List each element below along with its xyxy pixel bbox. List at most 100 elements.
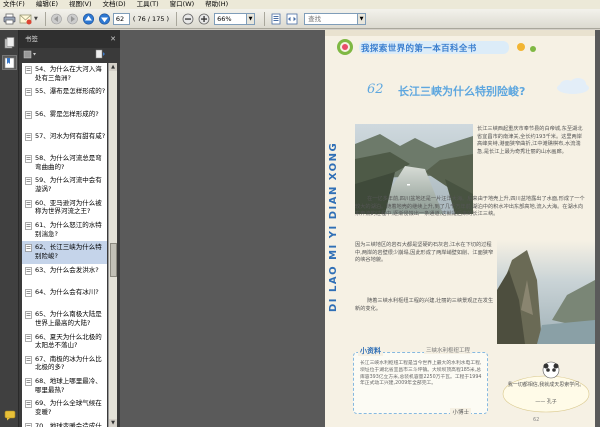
bookmark-label: 63、为什么会发洪水?	[35, 265, 99, 274]
previous-view-icon[interactable]	[49, 11, 64, 26]
bookmark-item[interactable]: 66、夏天为什么北极的太阳总不落山?	[22, 331, 107, 353]
info-box-label: 小资料	[358, 346, 383, 356]
toolbar: ▼ ( 76 / 175 ) ▼ ▼	[0, 9, 600, 29]
zoom-out-icon[interactable]	[180, 11, 195, 26]
bookmark-label: 58、为什么河流总是弯弯曲曲的?	[35, 154, 102, 171]
menu-tools[interactable]: 工具(T)	[137, 0, 159, 9]
paragraph-geology: 因为三峡地区的岩石大都是坚硬的石灰岩,江水在下切的过程中,两岸的岩壁很少崩塌,因…	[355, 242, 494, 264]
menu-edit[interactable]: 编辑(E)	[36, 0, 58, 9]
page-footer-number: 62	[533, 417, 540, 423]
find-input[interactable]	[304, 12, 359, 25]
bookmark-label: 70、地球变暖会造成什么后果?	[35, 421, 102, 427]
fit-width-icon[interactable]	[284, 11, 299, 26]
banner-title: 我探索世界的第一本百科全书	[361, 44, 477, 54]
bookmark-label: 64、为什么会有冰川?	[35, 287, 99, 296]
zoom-dropdown-icon[interactable]: ▼	[247, 12, 256, 25]
bookmarks-icon[interactable]	[2, 55, 17, 70]
email-icon[interactable]	[18, 11, 33, 26]
toolbar-separator	[44, 11, 46, 26]
previous-page-icon[interactable]	[81, 11, 96, 26]
bookmark-item[interactable]: 60、亚马逊河为什么被称为世界河流之王?	[22, 197, 107, 219]
chapter-title: 长江三峡为什么特别险峻?	[398, 85, 526, 98]
paragraph-intro: 长江三峡西起重庆市奉节县的白帝城,东至湖北省宜昌市的南津关,全长约193千米。这…	[477, 126, 583, 155]
menu-view[interactable]: 视图(V)	[69, 0, 92, 9]
print-icon[interactable]	[2, 11, 17, 26]
scrollbar-thumb[interactable]	[110, 243, 117, 277]
bookmark-label: 66、夏天为什么北极的太阳总不落山?	[35, 332, 102, 350]
bookmark-label: 55、瀑布是怎样形成的?	[35, 87, 106, 96]
pages-icon[interactable]	[2, 35, 17, 50]
toolbar-separator	[264, 11, 266, 26]
menu-window[interactable]: 窗口(W)	[170, 0, 195, 9]
close-icon[interactable]: ✕	[109, 35, 117, 43]
menu-file[interactable]: 文件(F)	[3, 0, 25, 9]
bookmark-item[interactable]: 64、为什么会有冰川?	[22, 286, 107, 308]
bookmark-icon	[25, 244, 32, 253]
chapter-number: 62	[367, 82, 384, 97]
zoom-level-input[interactable]	[214, 12, 248, 25]
bookmark-icon	[25, 155, 32, 163]
toolbar-separator	[176, 11, 178, 26]
bookmarks-toolbar	[19, 48, 120, 62]
document-page: 我探索世界的第一本百科全书 62 长江三峡为什么特别险峻? DI LAO MI …	[325, 30, 595, 427]
quote-box: 我一切都相信,我就成天思索学问。 —— 孔子	[501, 360, 591, 414]
bookmark-icon	[25, 400, 32, 409]
bookmark-label: 68、地球上哪里最冷、哪里最热?	[35, 377, 102, 394]
bookmark-item[interactable]: 69、为什么全球气候在变暖?	[22, 397, 107, 419]
bookmarks-panel: 书签 ✕ 54、为什么在大河入海处有三角洲? 55、瀑布是怎样形成的? 56、雾是怎…	[19, 30, 120, 427]
cloud-decoration-icon	[557, 78, 589, 94]
bookmark-item[interactable]: 62、长江三峡为什么特别险峻?	[22, 241, 107, 264]
bookmark-label: 59、为什么河流中会有漩涡?	[35, 176, 102, 193]
bookmark-item[interactable]: 63、为什么会发洪水?	[22, 264, 107, 286]
bookmark-icon	[25, 422, 32, 427]
page-banner: 我探索世界的第一本百科全书	[325, 38, 595, 56]
scroll-up-icon[interactable]: ▲	[109, 63, 117, 71]
bookmark-item[interactable]: 65、为什么南极大陆是世界上最高的大陆?	[22, 308, 107, 330]
bookmark-item[interactable]: 56、雾是怎样形成的?	[22, 108, 107, 130]
scroll-down-icon[interactable]: ▼	[109, 419, 117, 427]
bookmark-label: 54、为什么在大河入海处有三角洲?	[35, 65, 102, 82]
find-dropdown-icon[interactable]: ▼	[358, 12, 367, 25]
page-count-label: ( 76 / 175 )	[132, 14, 170, 23]
bookmark-icon	[25, 311, 32, 320]
next-page-icon[interactable]	[97, 11, 112, 26]
fit-page-icon[interactable]	[268, 11, 283, 26]
bookmark-icon	[25, 356, 32, 364]
menu-bar: 文件(F) 编辑(E) 视图(V) 文档(D) 工具(T) 窗口(W) 帮助(H…	[0, 0, 600, 9]
expand-bookmark-icon[interactable]	[95, 49, 106, 61]
bookmark-item[interactable]: 57、河水为何有甜有咸?	[22, 130, 107, 152]
bookmark-item[interactable]: 70、地球变暖会造成什么后果?	[22, 420, 107, 427]
bookmark-item[interactable]: 55、瀑布是怎样形成的?	[22, 85, 107, 107]
bookmark-label: 62、长江三峡为什么特别险峻?	[35, 243, 102, 260]
vertical-pinyin-title: DI LAO MI YI DIAN XONG	[328, 141, 339, 312]
bookmark-item[interactable]: 59、为什么河流中会有漩涡?	[22, 174, 107, 196]
bookmark-item[interactable]: 58、为什么河流总是弯弯曲曲的?	[22, 152, 107, 174]
info-box-subtitle: 三峡水利枢纽工程	[424, 346, 473, 354]
info-box-signature: 小博士	[450, 408, 471, 416]
bookmarks-panel-header: 书签 ✕	[19, 30, 120, 48]
document-view[interactable]: 我探索世界的第一本百科全书 62 长江三峡为什么特别险峻? DI LAO MI …	[120, 30, 600, 427]
bookmark-icon	[25, 66, 32, 74]
bookmark-label: 57、河水为何有甜有咸?	[35, 131, 106, 140]
bookmark-item[interactable]: 54、为什么在大河入海处有三角洲?	[22, 63, 107, 85]
bookmarks-scrollbar[interactable]: ▲ ▼	[108, 63, 117, 427]
zoom-in-icon[interactable]	[196, 11, 211, 26]
gorge-cliff-photo	[497, 240, 595, 344]
email-dropdown-icon[interactable]: ▼	[34, 16, 38, 22]
comments-icon[interactable]	[2, 408, 17, 423]
next-view-icon[interactable]	[65, 11, 80, 26]
bookmark-item[interactable]: 61、为什么怒江的水特别湍急?	[22, 219, 107, 241]
options-icon[interactable]	[23, 50, 37, 61]
bookmark-item[interactable]: 67、南极的冰为什么比北极的多?	[22, 353, 107, 375]
bookmark-label: 65、为什么南极大陆是世界上最高的大陆?	[35, 310, 102, 327]
menu-help[interactable]: 帮助(H)	[205, 0, 228, 9]
bookmark-icon	[25, 378, 32, 386]
bookmark-icon	[25, 289, 32, 297]
bookmark-label: 56、雾是怎样形成的?	[35, 109, 99, 118]
quote-text: 我一切都相信,我就成天思索学问。	[507, 382, 585, 388]
menu-document[interactable]: 文档(D)	[103, 0, 126, 9]
page-number-input[interactable]	[112, 12, 130, 25]
bookmark-item[interactable]: 68、地球上哪里最冷、哪里最热?	[22, 375, 107, 397]
pdf-reader-window: 文件(F) 编辑(E) 视图(V) 文档(D) 工具(T) 窗口(W) 帮助(H…	[0, 0, 600, 427]
bookmark-label: 67、南极的冰为什么比北极的多?	[35, 354, 102, 372]
